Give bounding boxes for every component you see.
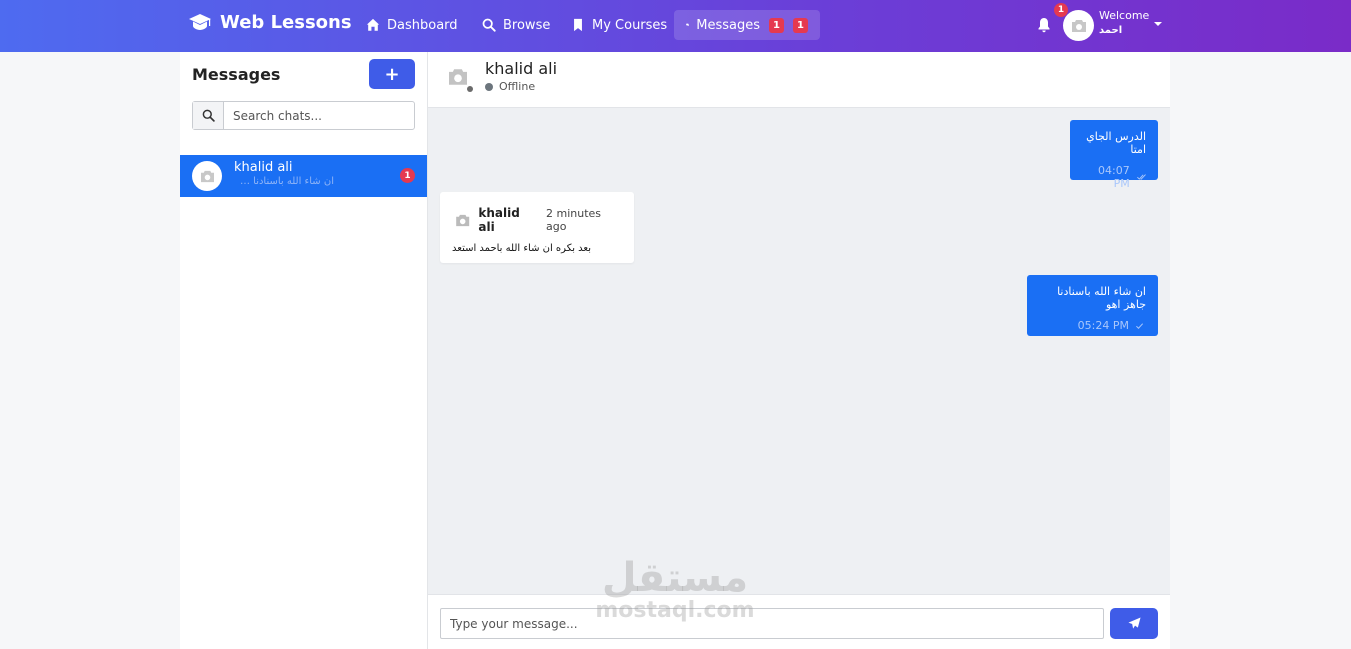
nav-dashboard[interactable]: Dashboard [354,10,470,40]
nav-my-courses[interactable]: My Courses [559,10,679,40]
sidebar-title: Messages [192,65,281,84]
chat-header: khalid ali Offline [428,52,1170,108]
message-time: 05:24 PM [1077,319,1129,332]
chat-contact-name: khalid ali [234,160,293,175]
contact-avatar [445,64,470,89]
search-icon [193,102,224,129]
message-sender: khalid ali [478,206,520,234]
message-text: الدرس الجاي امتا [1086,130,1146,156]
message-incoming: khalid ali 2 minutes ago بعد بكره ان شاء… [440,192,634,263]
chevron-down-icon[interactable] [1154,22,1162,26]
chat-list-item[interactable]: khalid ali ان شاء الله باسنادنا جاهز 1 [180,155,427,197]
message-meta: 05:24 PM [1039,319,1146,332]
camera-placeholder-icon [1071,19,1086,32]
home-icon [366,18,380,31]
new-chat-button[interactable]: + [369,59,415,89]
unread-badge: 1 [400,168,415,183]
check-icon [1136,322,1144,329]
search-input[interactable] [224,102,414,129]
user-menu[interactable]: Welcome احمد [1099,8,1149,38]
search-icon [482,18,496,32]
brand-name: Web Lessons [220,12,352,33]
nav-messages[interactable]: Messages 1 1 [674,10,820,40]
status-dot [485,82,493,91]
nav-messages-label: Messages [696,17,760,33]
messages-badge-secondary: 1 [793,17,808,33]
message-input[interactable] [440,608,1104,639]
contact-name: khalid ali [485,59,558,78]
comments-icon [686,23,690,27]
bookmark-icon [574,18,582,32]
contact-status: Offline [485,80,535,93]
right-gutter [1170,52,1351,649]
message-outgoing: ان شاء الله باسنادنا جاهز اهو 05:24 PM [1027,275,1158,336]
message-header: khalid ali 2 minutes ago [452,206,622,234]
status-text: Offline [499,80,536,93]
search-chats [192,101,415,130]
message-meta: 04:07 PM [1082,164,1146,190]
nav-browse-label: Browse [503,17,551,33]
message-composer [428,594,1170,649]
contact-avatar [192,161,222,191]
presence-dot [467,86,473,92]
user-avatar[interactable] [1063,10,1094,41]
chats-sidebar: Messages + khalid ali ان شاء الله باسناد… [180,52,428,649]
message-text: بعد بكره ان شاء الله باحمد استعد [452,243,592,254]
bell-icon[interactable] [1037,17,1051,33]
camera-placeholder-icon [456,214,470,226]
message-outgoing: الدرس الجاي امتا 04:07 PM [1070,120,1158,190]
left-gutter [0,52,180,649]
send-button[interactable] [1110,608,1158,639]
messages-badge: 1 [769,17,784,33]
message-time: 04:07 PM [1098,164,1130,190]
double-check-icon [1136,174,1146,180]
user-name: احمد [1099,25,1123,36]
chat-preview: ان شاء الله باسنادنا جاهز [234,176,334,187]
nav-dashboard-label: Dashboard [387,17,458,33]
message-time: 2 minutes ago [546,207,602,233]
camera-placeholder-icon [200,170,214,182]
nav-browse[interactable]: Browse [470,10,562,40]
paper-plane-icon [1127,617,1141,629]
brand-logo[interactable]: Web Lessons [188,12,352,33]
top-navbar: Web Lessons Dashboard Browse My Courses … [0,0,1351,52]
nav-my-courses-label: My Courses [592,17,668,33]
graduation-cap-icon [189,13,211,30]
camera-placeholder-icon [448,68,467,85]
message-text: ان شاء الله باسنادنا جاهز اهو [1057,285,1146,311]
welcome-text: Welcome [1099,9,1150,22]
chat-panel: khalid ali Offline الدرس الجاي امتا 04:0… [428,52,1170,649]
